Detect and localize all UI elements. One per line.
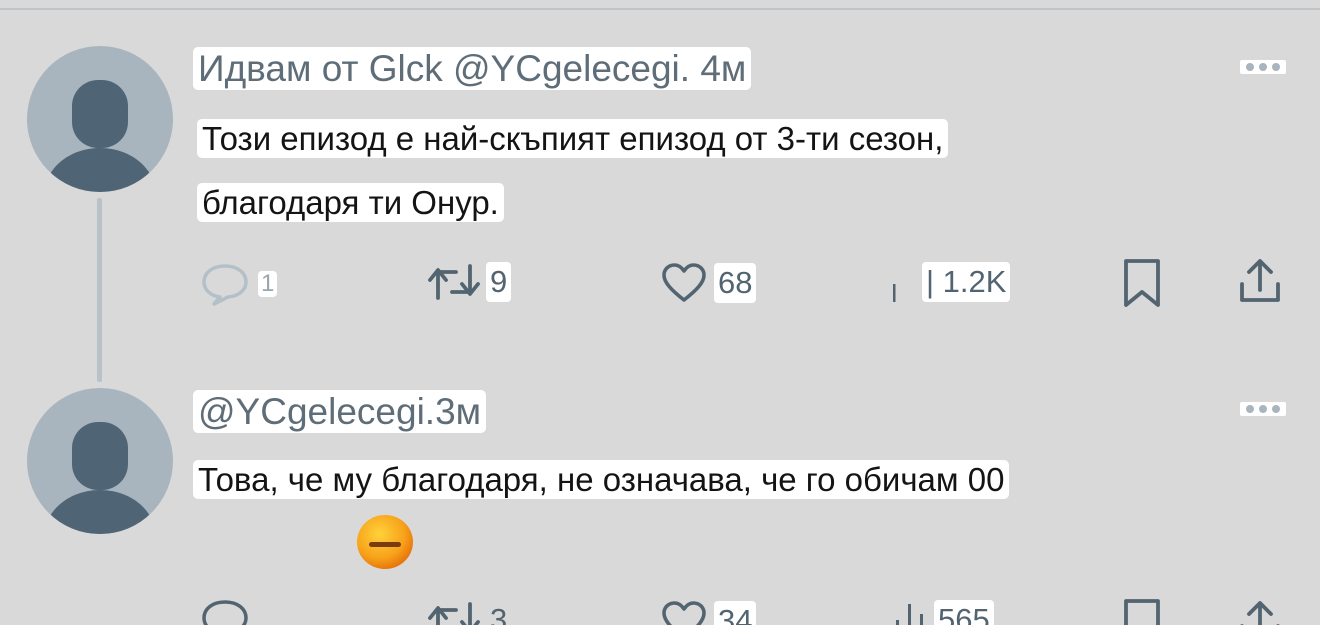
retweet-icon: [428, 602, 480, 625]
thread-page: Идвам от Glck @YCgelecegi. 4м Този епизо…: [0, 0, 1320, 625]
bookmark-icon: [1124, 599, 1160, 625]
share-button[interactable]: [1238, 258, 1282, 304]
views-count: | 1.2K: [922, 262, 1011, 302]
share-icon: [1240, 259, 1280, 302]
retweet-count: 3: [490, 602, 508, 625]
share-icon: [1240, 601, 1280, 625]
post-header: Идвам от Glck @YCgelecegi. 4м: [193, 44, 752, 94]
views-count: 565: [934, 600, 994, 625]
more-dots-icon: [1245, 405, 1254, 413]
post-text-line: благодаря ти Онур.: [197, 180, 504, 226]
retweet-button[interactable]: 9: [428, 262, 512, 302]
like-button[interactable]: 68: [660, 262, 757, 304]
post-text-line: Това, че му благодаря, не означава, че г…: [193, 457, 1010, 503]
neutral-face-emoji: [357, 515, 413, 569]
default-avatar-icon: [43, 422, 157, 534]
more-dots-icon: [1245, 63, 1254, 71]
views-bar-icon: [893, 284, 896, 302]
reply-bubble-icon: [202, 264, 248, 306]
views-bar-icon: [896, 604, 923, 625]
retweet-icon: [428, 264, 480, 300]
more-options-button[interactable]: [1240, 60, 1286, 74]
bookmark-button[interactable]: [1122, 598, 1162, 625]
avatar[interactable]: [27, 388, 173, 534]
reply-count: 1: [258, 271, 278, 297]
like-button[interactable]: 34: [660, 600, 757, 625]
avatar[interactable]: [27, 46, 173, 192]
top-divider: [0, 8, 1320, 10]
views-button[interactable]: | 1.2K: [892, 262, 1011, 302]
default-avatar-icon: [43, 80, 157, 192]
like-count: 68: [714, 263, 757, 303]
reply-button[interactable]: 1: [200, 262, 278, 306]
more-options-button[interactable]: [1240, 402, 1286, 416]
views-button[interactable]: 565: [892, 600, 994, 625]
like-count: 34: [714, 601, 757, 625]
bookmark-button[interactable]: [1122, 258, 1162, 308]
heart-icon: [662, 601, 706, 625]
author-handle-time[interactable]: Идвам от Glck @YCgelecegi. 4м: [193, 47, 752, 90]
thread-connector: [97, 198, 102, 382]
retweet-button[interactable]: 3: [428, 600, 511, 625]
reply-bubble-icon: [202, 600, 248, 625]
reply-button[interactable]: [200, 598, 250, 625]
share-button[interactable]: [1238, 600, 1282, 625]
retweet-count: 9: [486, 262, 512, 302]
post-text-line: Този епизод е най-скъпият епизод от 3-ти…: [197, 116, 949, 162]
author-handle-time[interactable]: @YCgelecegi.3м: [193, 390, 487, 433]
post-header: @YCgelecegi.3м: [193, 387, 487, 437]
heart-icon: [662, 263, 706, 302]
bookmark-icon: [1124, 259, 1160, 307]
